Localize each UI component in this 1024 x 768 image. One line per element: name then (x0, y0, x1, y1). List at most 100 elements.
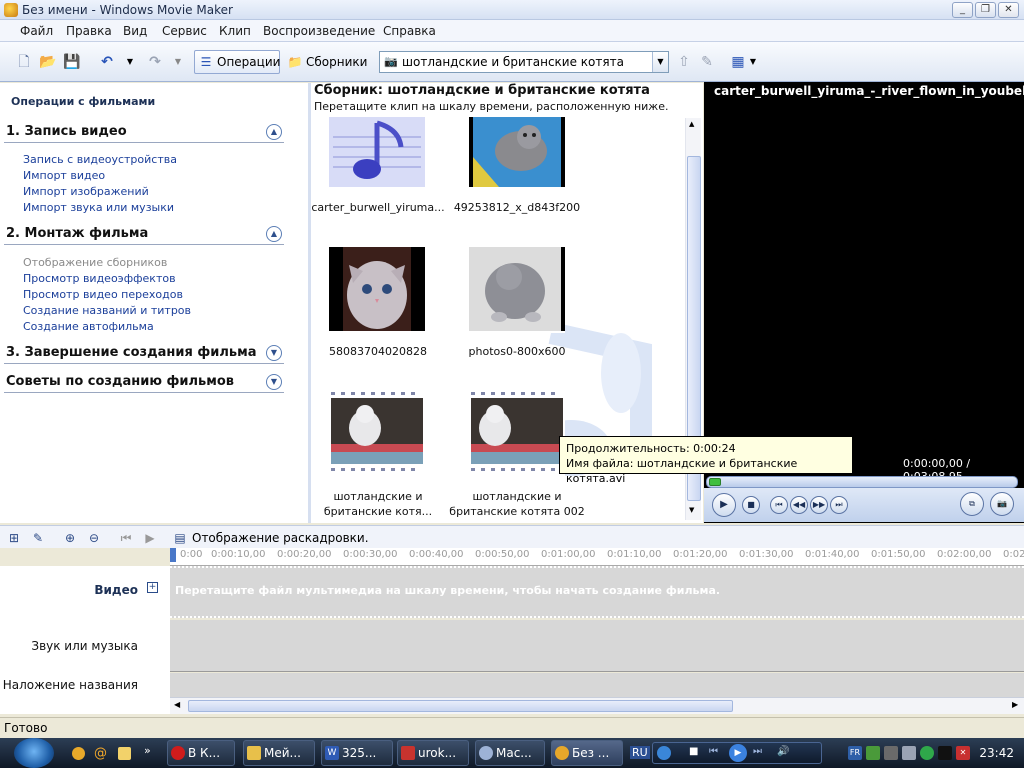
menu-view[interactable]: Вид (123, 24, 147, 38)
storyboard-icon[interactable]: ▤ (172, 530, 188, 546)
link-view-video-transitions[interactable]: Просмотр видео переходов (23, 288, 183, 301)
section-capture-video[interactable]: 1. Запись видео ▲ (4, 123, 284, 143)
play-timeline-icon[interactable]: ▶ (142, 530, 158, 546)
link-capture-from-device[interactable]: Запись с видеоустройства (23, 153, 177, 166)
redo-icon[interactable]: ↷ (147, 54, 163, 70)
take-picture-button[interactable]: 📷 (990, 492, 1014, 516)
play-button[interactable]: ▶ (712, 493, 736, 517)
new-project-icon[interactable]: 🗋 (16, 54, 32, 70)
up-level-icon[interactable]: ⇧ (676, 54, 692, 70)
rewind-timeline-icon[interactable]: ⏮ (118, 530, 134, 546)
scroll-left-icon[interactable]: ◀ (174, 700, 180, 709)
more-quicklaunch-icon[interactable]: » (144, 744, 151, 757)
scroll-down-icon[interactable]: ▼ (689, 506, 694, 514)
menu-clip[interactable]: Клип (219, 24, 251, 38)
taskbar-task-word[interactable]: W 325... (321, 740, 393, 766)
collection-select[interactable]: 📷 шотландские и британские котята ▼ (379, 51, 669, 73)
taskbar-task-urok[interactable]: urok... (397, 740, 469, 766)
collection-item-audio[interactable] (329, 117, 425, 203)
chevron-up-icon[interactable]: ▲ (266, 226, 282, 242)
save-project-icon[interactable]: 💾 (63, 54, 80, 70)
tray-network-icon[interactable] (866, 746, 880, 760)
chevron-down-icon[interactable]: ▼ (266, 345, 282, 361)
scrollbar-thumb[interactable] (188, 700, 733, 712)
tray-fr-icon[interactable]: FR (848, 746, 862, 760)
mini-next-icon[interactable]: ⏭ (753, 746, 762, 757)
expand-track-icon[interactable]: + (147, 582, 158, 593)
browser-quicklaunch-icon[interactable] (72, 747, 85, 760)
close-button[interactable]: ✕ (998, 2, 1019, 18)
timeline-options-icon[interactable]: ⊞ (6, 530, 22, 546)
link-import-video[interactable]: Импорт видео (23, 169, 105, 182)
language-indicator[interactable]: RU (630, 746, 650, 759)
tray-green-icon[interactable] (920, 746, 934, 760)
collection-item-video[interactable] (329, 390, 425, 476)
collection-item-image[interactable] (329, 247, 425, 333)
scroll-up-icon[interactable]: ▲ (689, 120, 694, 128)
collection-item-image[interactable] (469, 247, 565, 333)
collection-item-video[interactable] (469, 390, 565, 476)
set-audio-levels-icon[interactable]: ✎ (30, 530, 46, 546)
timeline-horizontal-scrollbar[interactable]: ◀ ▶ (170, 697, 1024, 714)
chevron-up-icon[interactable]: ▲ (266, 124, 282, 140)
mini-stop-icon[interactable]: ■ (689, 746, 698, 757)
title-overlay-track[interactable] (170, 673, 1024, 697)
playhead-marker[interactable] (170, 548, 176, 562)
section-finish-movie[interactable]: 3. Завершение создания фильма ▼ (4, 344, 284, 364)
section-edit-movie[interactable]: 2. Монтаж фильма ▲ (4, 225, 284, 245)
menu-tools[interactable]: Сервис (162, 24, 207, 38)
next-frame-button[interactable]: ▶▶ (810, 496, 828, 514)
start-button[interactable] (14, 738, 54, 768)
section-movie-tips[interactable]: Советы по созданию фильмов ▼ (4, 373, 284, 393)
collections-button[interactable]: 📁 Сборники (283, 50, 368, 74)
taskbar-task-mac[interactable]: Mac... (475, 740, 545, 766)
next-button[interactable]: ⏭ (830, 496, 848, 514)
minimize-button[interactable]: _ (952, 2, 973, 18)
timeline-ruler[interactable]: 0:00 0:00:10,00 0:00:20,00 0:00:30,00 0:… (170, 548, 1024, 566)
scroll-right-icon[interactable]: ▶ (1012, 700, 1018, 709)
view-options-icon[interactable]: ▦ (730, 54, 746, 70)
zoom-out-icon[interactable]: ⊖ (86, 530, 102, 546)
tray-sync-icon[interactable] (884, 746, 898, 760)
mini-play-icon[interactable]: ▶ (729, 744, 747, 762)
tray-printer-icon[interactable] (902, 746, 916, 760)
view-options-dropdown-icon[interactable]: ▼ (745, 54, 761, 70)
chevron-down-icon[interactable]: ▼ (652, 52, 668, 72)
mail-quicklaunch-icon[interactable]: @ (94, 746, 107, 761)
menu-edit[interactable]: Правка (66, 24, 112, 38)
link-view-video-effects[interactable]: Просмотр видеоэффектов (23, 272, 176, 285)
redo-dropdown-icon[interactable]: ▼ (170, 54, 186, 70)
zoom-in-icon[interactable]: ⊕ (62, 530, 78, 546)
undo-dropdown-icon[interactable]: ▼ (122, 54, 138, 70)
collection-item-image[interactable] (469, 117, 565, 203)
menu-file[interactable]: Файл (20, 24, 53, 38)
previous-frame-button[interactable]: ◀◀ (790, 496, 808, 514)
menu-playback[interactable]: Воспроизведение (263, 24, 375, 38)
mini-volume-icon[interactable]: 🔊 (777, 746, 789, 757)
storyboard-toggle-label[interactable]: Отображение раскадровки. (192, 531, 369, 545)
app-quicklaunch-icon[interactable] (118, 747, 131, 760)
taskbar-task-opera[interactable]: В К... (167, 740, 235, 766)
mini-prev-icon[interactable]: ⏮ (709, 746, 718, 757)
maximize-button[interactable]: ❐ (975, 2, 996, 18)
new-collection-icon[interactable]: ✎ (699, 54, 715, 70)
link-make-automovie[interactable]: Создание автофильма (23, 320, 154, 333)
stop-button[interactable]: ■ (742, 496, 760, 514)
taskbar-clock[interactable]: 23:42 (979, 746, 1014, 760)
video-track[interactable]: Перетащите файл мультимедиа на шкалу вре… (170, 566, 1024, 618)
split-clip-button[interactable]: ⧉ (960, 492, 984, 516)
operations-button[interactable]: ☰ Операции (194, 50, 280, 74)
previous-button[interactable]: ⏮ (770, 496, 788, 514)
taskbar-task-folder[interactable]: Мей... (243, 740, 315, 766)
link-import-audio[interactable]: Импорт звука или музыки (23, 201, 174, 214)
taskbar-task-movie-maker[interactable]: Без ... (551, 740, 623, 766)
undo-icon[interactable]: ↶ (99, 54, 115, 70)
audio-track[interactable] (170, 620, 1024, 672)
menu-help[interactable]: Справка (383, 24, 436, 38)
tray-black-icon[interactable] (938, 746, 952, 760)
chevron-down-icon[interactable]: ▼ (266, 374, 282, 390)
tray-muted-icon[interactable]: ✕ (956, 746, 970, 760)
link-import-pictures[interactable]: Импорт изображений (23, 185, 149, 198)
link-make-titles[interactable]: Создание названий и титров (23, 304, 191, 317)
open-project-icon[interactable]: 📂 (39, 54, 56, 70)
